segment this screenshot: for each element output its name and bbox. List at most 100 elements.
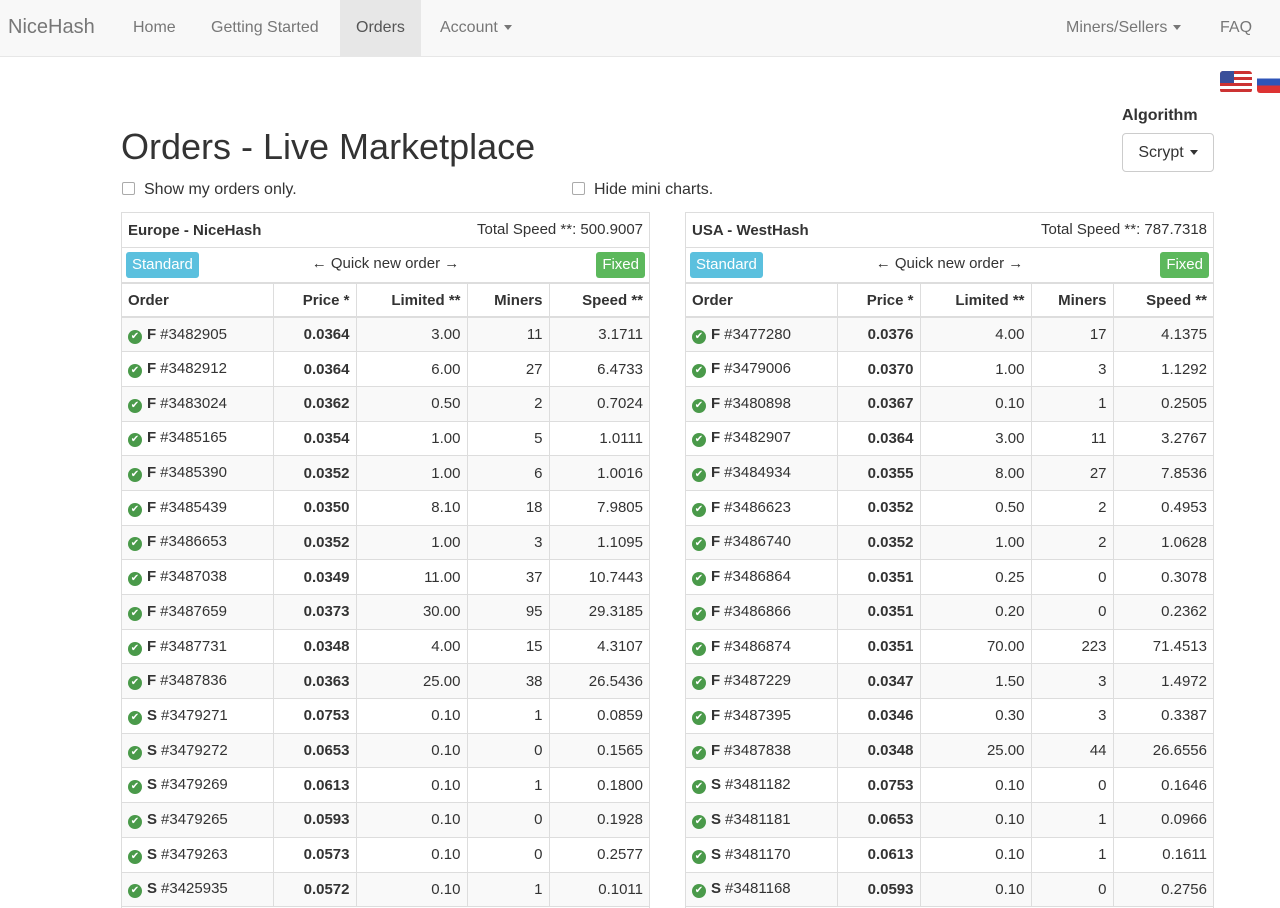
table-row[interactable]: ✔ F #3486864 0.0351 0.25 0 0.3078 bbox=[686, 559, 1213, 595]
table-row[interactable]: ✔ S #3479269 0.0613 0.10 1 0.1800 bbox=[122, 767, 649, 804]
table-row[interactable]: ✔ F #3486740 0.0352 1.00 2 1.0628 bbox=[686, 525, 1213, 561]
order-cell[interactable]: ✔ S #3481181 bbox=[686, 802, 838, 838]
order-cell[interactable]: ✔ S #3479272 bbox=[122, 733, 274, 769]
table-row[interactable]: ✔ F #3482907 0.0364 3.00 11 3.2767 bbox=[686, 421, 1213, 457]
order-cell[interactable]: ✔ S #3481168 bbox=[686, 872, 838, 908]
order-cell[interactable]: ✔ F #3487838 bbox=[686, 733, 838, 769]
order-id[interactable]: #3480898 bbox=[724, 395, 791, 412]
order-cell[interactable]: ✔ F #3482907 bbox=[686, 421, 838, 457]
order-cell[interactable]: ✔ S #3479265 bbox=[122, 802, 274, 838]
order-id[interactable]: #3483024 bbox=[160, 395, 227, 412]
order-id[interactable]: #3484934 bbox=[724, 464, 791, 481]
order-cell[interactable]: ✔ S #3479263 bbox=[122, 837, 274, 873]
nav-account[interactable]: Account bbox=[424, 0, 528, 56]
order-id[interactable]: #3485165 bbox=[160, 429, 227, 446]
brand-logo[interactable]: NiceHash bbox=[8, 16, 95, 39]
column-header[interactable]: Limited ** bbox=[356, 284, 468, 318]
order-id[interactable]: #3486874 bbox=[724, 638, 791, 655]
order-cell[interactable]: ✔ F #3479006 bbox=[686, 351, 838, 387]
nav-faq[interactable]: FAQ bbox=[1204, 0, 1268, 56]
table-row[interactable]: ✔ F #3487395 0.0346 0.30 3 0.3387 bbox=[686, 698, 1213, 734]
show-my-orders-checkbox[interactable]: Show my orders only. bbox=[122, 181, 297, 199]
order-cell[interactable]: ✔ S #3481170 bbox=[686, 837, 838, 873]
order-cell[interactable]: ✔ F #3487731 bbox=[122, 629, 274, 665]
order-cell[interactable]: ✔ F #3477280 bbox=[686, 317, 838, 353]
table-row[interactable]: ✔ F #3487659 0.0373 30.00 95 29.3185 bbox=[122, 594, 649, 630]
table-row[interactable]: ✔ S #3481182 0.0753 0.10 0 0.1646 bbox=[686, 767, 1213, 804]
order-id[interactable]: #3481168 bbox=[725, 880, 791, 897]
order-id[interactable]: #3487229 bbox=[724, 672, 791, 689]
order-cell[interactable]: ✔ F #3485439 bbox=[122, 490, 274, 526]
quick-new-order-link[interactable]: ← Quick new order → bbox=[122, 255, 649, 272]
order-id[interactable]: #3486623 bbox=[724, 499, 791, 516]
order-cell[interactable]: ✔ F #3482912 bbox=[122, 351, 274, 387]
column-header[interactable]: Limited ** bbox=[920, 284, 1032, 318]
nav-getting-started[interactable]: Getting Started bbox=[195, 0, 335, 56]
order-cell[interactable]: ✔ F #3485165 bbox=[122, 421, 274, 457]
order-id[interactable]: #3479271 bbox=[161, 707, 228, 724]
order-cell[interactable]: ✔ S #3481182 bbox=[686, 767, 838, 804]
table-row[interactable]: ✔ F #3487038 0.0349 11.00 37 10.7443 bbox=[122, 559, 649, 595]
order-id[interactable]: #3487838 bbox=[724, 742, 791, 759]
order-id[interactable]: #3482907 bbox=[724, 429, 791, 446]
table-row[interactable]: ✔ F #3486866 0.0351 0.20 0 0.2362 bbox=[686, 594, 1213, 630]
table-row[interactable]: ✔ S #3479265 0.0593 0.10 0 0.1928 bbox=[122, 802, 649, 838]
table-row[interactable]: ✔ F #3477280 0.0376 4.00 17 4.1375 bbox=[686, 317, 1213, 353]
nav-miners-sellers[interactable]: Miners/Sellers bbox=[1050, 0, 1197, 56]
order-cell[interactable]: ✔ F #3487395 bbox=[686, 698, 838, 734]
nav-home[interactable]: Home bbox=[117, 0, 192, 56]
order-id[interactable]: #3479265 bbox=[161, 811, 228, 828]
order-cell[interactable]: ✔ F #3486866 bbox=[686, 594, 838, 630]
table-row[interactable]: ✔ F #3487229 0.0347 1.50 3 1.4972 bbox=[686, 663, 1213, 700]
ru-flag-icon[interactable] bbox=[1257, 71, 1280, 93]
checkbox-box[interactable] bbox=[122, 182, 135, 195]
us-flag-icon[interactable] bbox=[1220, 71, 1252, 93]
column-header[interactable]: Miners bbox=[467, 284, 550, 318]
quick-new-order-link[interactable]: ← Quick new order → bbox=[686, 255, 1213, 272]
table-row[interactable]: ✔ F #3486623 0.0352 0.50 2 0.4953 bbox=[686, 490, 1213, 526]
order-cell[interactable]: ✔ F #3486864 bbox=[686, 559, 838, 595]
column-header[interactable]: Miners bbox=[1031, 284, 1114, 318]
order-id[interactable]: #3487395 bbox=[724, 707, 791, 724]
algorithm-dropdown[interactable]: Scrypt bbox=[1122, 133, 1214, 172]
order-cell[interactable]: ✔ S #3425935 bbox=[122, 872, 274, 908]
hide-mini-charts-checkbox[interactable]: Hide mini charts. bbox=[572, 181, 713, 199]
order-cell[interactable]: ✔ F #3483024 bbox=[122, 386, 274, 422]
order-cell[interactable]: ✔ F #3486653 bbox=[122, 525, 274, 561]
order-id[interactable]: #3479006 bbox=[724, 360, 791, 377]
nav-orders[interactable]: Orders bbox=[340, 0, 421, 56]
column-header[interactable]: Speed ** bbox=[549, 284, 649, 318]
table-row[interactable]: ✔ F #3485390 0.0352 1.00 6 1.0016 bbox=[122, 455, 649, 491]
column-header[interactable]: Price * bbox=[837, 284, 921, 318]
order-id[interactable]: #3479263 bbox=[161, 846, 228, 863]
column-header[interactable]: Order bbox=[686, 284, 838, 318]
table-row[interactable]: ✔ F #3484934 0.0355 8.00 27 7.8536 bbox=[686, 455, 1213, 491]
table-row[interactable]: ✔ F #3487838 0.0348 25.00 44 26.6556 bbox=[686, 733, 1213, 769]
column-header[interactable]: Order bbox=[122, 284, 274, 318]
table-row[interactable]: ✔ F #3485439 0.0350 8.10 18 7.9805 bbox=[122, 490, 649, 526]
order-id[interactable]: #3482905 bbox=[160, 326, 227, 343]
order-cell[interactable]: ✔ F #3486623 bbox=[686, 490, 838, 526]
column-header[interactable]: Speed ** bbox=[1113, 284, 1213, 318]
order-id[interactable]: #3481182 bbox=[725, 776, 791, 793]
table-row[interactable]: ✔ S #3479263 0.0573 0.10 0 0.2577 bbox=[122, 837, 649, 873]
order-id[interactable]: #3479269 bbox=[161, 776, 228, 793]
order-cell[interactable]: ✔ F #3487229 bbox=[686, 663, 838, 700]
order-cell[interactable]: ✔ F #3487659 bbox=[122, 594, 274, 630]
order-id[interactable]: #3485439 bbox=[160, 499, 227, 516]
order-cell[interactable]: ✔ S #3479269 bbox=[122, 767, 274, 804]
order-cell[interactable]: ✔ F #3487038 bbox=[122, 559, 274, 595]
order-cell[interactable]: ✔ F #3486874 bbox=[686, 629, 838, 665]
table-row[interactable]: ✔ S #3479272 0.0653 0.10 0 0.1565 bbox=[122, 733, 649, 769]
table-row[interactable]: ✔ S #3481168 0.0593 0.10 0 0.2756 bbox=[686, 872, 1213, 908]
order-id[interactable]: #3482912 bbox=[160, 360, 227, 377]
order-id[interactable]: #3479272 bbox=[161, 742, 228, 759]
checkbox-box[interactable] bbox=[572, 182, 585, 195]
order-id[interactable]: #3487731 bbox=[160, 638, 227, 655]
table-row[interactable]: ✔ F #3487836 0.0363 25.00 38 26.5436 bbox=[122, 663, 649, 700]
table-row[interactable]: ✔ F #3486653 0.0352 1.00 3 1.1095 bbox=[122, 525, 649, 561]
order-id[interactable]: #3486866 bbox=[724, 603, 791, 620]
table-row[interactable]: ✔ F #3485165 0.0354 1.00 5 1.0111 bbox=[122, 421, 649, 457]
order-cell[interactable]: ✔ F #3480898 bbox=[686, 386, 838, 422]
order-id[interactable]: #3481181 bbox=[725, 811, 791, 828]
